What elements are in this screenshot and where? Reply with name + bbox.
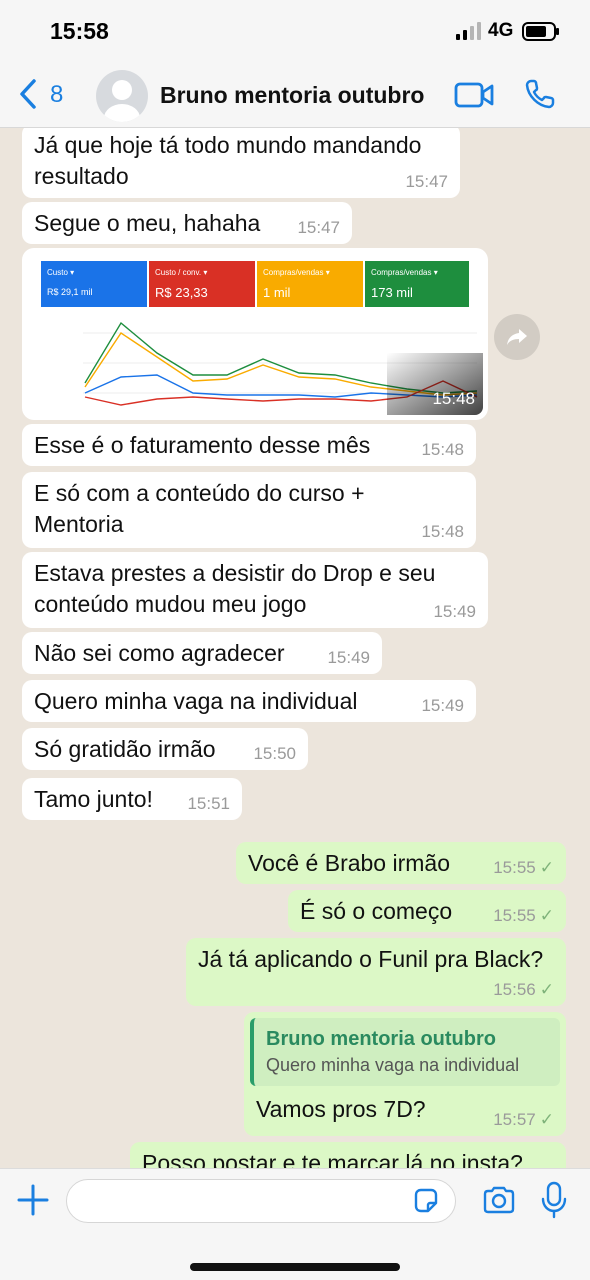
message-bubble-in[interactable]: E só com a conteúdo do curso + Mentoria …	[22, 472, 476, 548]
phone-call-icon[interactable]	[524, 78, 556, 110]
battery-icon	[522, 22, 559, 41]
message-bubble-out[interactable]: Posso postar e te marcar lá no insta?	[130, 1142, 566, 1168]
message-bubble-out[interactable]: Você é Brabo irmão 15:55 ✓	[236, 842, 566, 884]
image-message[interactable]: Custo ▾ R$ 29,1 mil Custo / conv. ▾ R$ 2…	[22, 248, 488, 420]
sent-check-icon: ✓	[539, 858, 554, 877]
back-chevron-icon[interactable]	[18, 78, 38, 110]
unread-count[interactable]: 8	[50, 81, 63, 109]
message-text: Posso postar e te marcar lá no insta?	[142, 1150, 523, 1168]
message-text: Tamo junto!	[34, 786, 153, 812]
microphone-icon[interactable]	[540, 1181, 568, 1219]
message-text: Você é Brabo irmão	[248, 850, 451, 876]
message-bubble-out[interactable]: Bruno mentoria outubro Quero minha vaga …	[244, 1012, 566, 1136]
chat-area[interactable]: Já que hoje tá todo mundo mandando resul…	[0, 128, 590, 1168]
composer-bar	[0, 1168, 590, 1280]
message-bubble-out[interactable]: É só o começo 15:55 ✓	[288, 890, 566, 932]
message-bubble-in[interactable]: Só gratidão irmão 15:50	[22, 728, 308, 770]
network-label: 4G	[488, 20, 514, 41]
message-text: Quero minha vaga na individual	[34, 688, 358, 714]
sent-check-icon: ✓	[539, 980, 554, 999]
message-time: 15:55 ✓	[493, 906, 554, 925]
status-bar: 15:58 4G	[0, 0, 590, 62]
metric-label: Custo / conv. ▾	[155, 268, 207, 277]
message-text: Já tá aplicando o Funil pra Black?	[198, 946, 544, 972]
message-text: Só gratidão irmão	[34, 736, 216, 762]
message-text: Já que hoje tá todo mundo mandando resul…	[34, 132, 422, 189]
message-time: 15:47	[297, 218, 340, 237]
message-bubble-in[interactable]: Esse é o faturamento desse mês 15:48	[22, 424, 476, 466]
message-time: 15:50	[253, 744, 296, 763]
signal-icon	[456, 22, 481, 40]
message-text: Não sei como agradecer	[34, 640, 285, 666]
message-time: 15:49	[433, 602, 476, 621]
message-time: 15:47	[405, 172, 448, 191]
message-text: E só com a conteúdo do curso + Mentoria	[34, 480, 365, 537]
message-text: É só o começo	[300, 898, 453, 924]
message-bubble-in[interactable]: Tamo junto! 15:51	[22, 778, 242, 820]
contact-name[interactable]: Bruno mentoria outubro	[160, 82, 424, 109]
metric-value: R$ 29,1 mil	[47, 287, 93, 297]
message-time: 15:51	[187, 794, 230, 813]
status-time: 15:58	[50, 18, 109, 44]
contact-avatar[interactable]	[96, 70, 148, 122]
default-avatar-icon	[104, 80, 140, 122]
plus-icon[interactable]	[16, 1183, 50, 1217]
message-bubble-out[interactable]: Já tá aplicando o Funil pra Black? 15:56…	[186, 938, 566, 1006]
message-time: 15:48	[421, 440, 464, 459]
message-time: 15:56 ✓	[493, 980, 554, 999]
metric-value: 173 mil	[371, 285, 413, 300]
message-time: 15:57 ✓	[493, 1110, 554, 1129]
message-text: Estava prestes a desistir do Drop e seu …	[34, 560, 436, 617]
chat-header: 8 Bruno mentoria outubro	[0, 62, 590, 128]
metric-label: Custo ▾	[47, 268, 74, 277]
metric-label: Compras/vendas ▾	[371, 268, 438, 277]
message-time: 15:49	[421, 696, 464, 715]
sent-check-icon: ✓	[539, 906, 554, 925]
message-time: 15:48	[421, 522, 464, 541]
sticker-icon[interactable]	[412, 1187, 440, 1215]
shared-screenshot-image[interactable]: Custo ▾ R$ 29,1 mil Custo / conv. ▾ R$ 2…	[27, 253, 483, 415]
analytics-screenshot: Custo ▾ R$ 29,1 mil Custo / conv. ▾ R$ 2…	[27, 253, 483, 415]
sent-check-icon: ✓	[539, 1110, 554, 1129]
message-bubble-in[interactable]: Já que hoje tá todo mundo mandando resul…	[22, 128, 460, 198]
forward-button[interactable]	[494, 314, 540, 360]
quoted-message[interactable]: Bruno mentoria outubro Quero minha vaga …	[250, 1018, 560, 1086]
forward-arrow-icon	[507, 329, 527, 345]
message-bubble-in[interactable]: Quero minha vaga na individual 15:49	[22, 680, 476, 722]
metric-value: 1 mil	[263, 285, 291, 300]
message-time: 15:55 ✓	[493, 858, 554, 877]
camera-icon[interactable]	[482, 1185, 516, 1215]
message-text: Vamos pros 7D?	[256, 1096, 426, 1122]
metric-value: R$ 23,33	[155, 285, 208, 300]
quoted-sender-name: Bruno mentoria outubro	[266, 1028, 496, 1050]
quoted-text: Quero minha vaga na individual	[266, 1055, 520, 1075]
message-bubble-in[interactable]: Estava prestes a desistir do Drop e seu …	[22, 552, 488, 628]
home-indicator[interactable]	[190, 1263, 400, 1271]
message-input[interactable]	[66, 1179, 456, 1223]
message-bubble-in[interactable]: Não sei como agradecer 15:49	[22, 632, 382, 674]
video-call-icon[interactable]	[454, 82, 494, 108]
message-time: 15:49	[327, 648, 370, 667]
message-bubble-in[interactable]: Segue o meu, hahaha 15:47	[22, 202, 352, 244]
metric-label: Compras/vendas ▾	[263, 268, 330, 277]
message-text: Esse é o faturamento desse mês	[34, 432, 371, 458]
message-text: Segue o meu, hahaha	[34, 210, 261, 236]
message-time: 15:48	[432, 389, 475, 408]
